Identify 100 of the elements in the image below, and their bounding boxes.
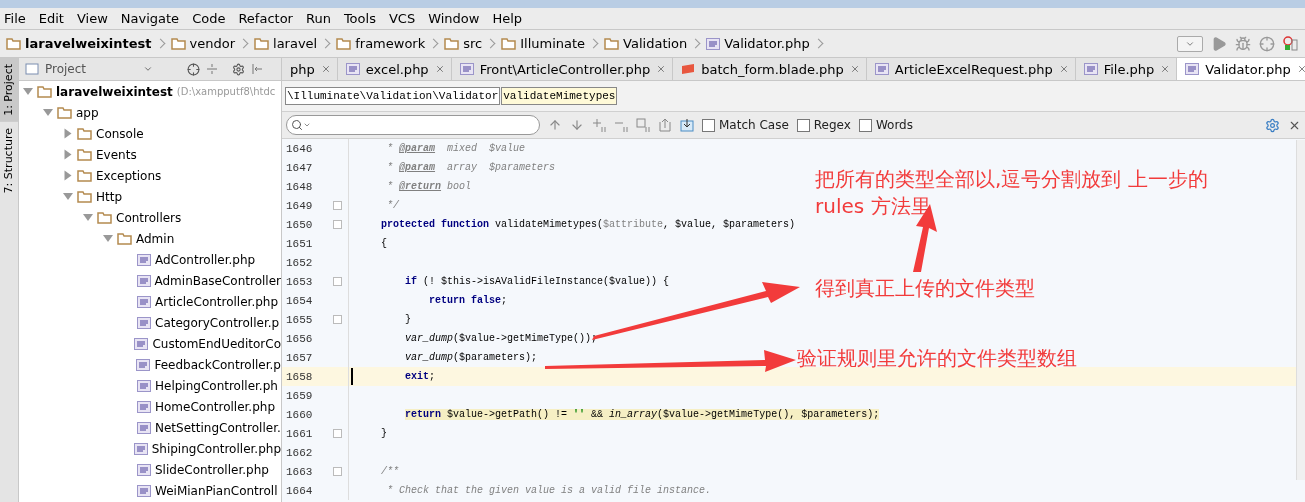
structure-path-item[interactable]: validateMimetypes	[501, 87, 618, 105]
structure-path-item[interactable]: \Illuminate\Validation\Validator	[285, 87, 501, 105]
menu-item[interactable]: Window	[428, 11, 480, 26]
breadcrumb-item[interactable]: src	[463, 36, 483, 51]
breadcrumb-item[interactable]: framework	[355, 36, 426, 51]
close-icon[interactable]	[1160, 64, 1171, 74]
file-name[interactable]: ArticleController.php	[155, 294, 279, 309]
menu-item[interactable]: Edit	[38, 11, 64, 26]
folder-name[interactable]: Events	[96, 147, 137, 162]
settings-icon[interactable]	[1265, 117, 1280, 133]
checkbox[interactable]	[702, 118, 715, 132]
caret-icon	[303, 121, 311, 129]
editor-tab[interactable]: batch_form.blade.php	[673, 58, 867, 80]
file-name[interactable]: FeedbackController.p	[154, 357, 281, 372]
checkbox[interactable]	[858, 118, 872, 132]
close-icon[interactable]	[656, 64, 667, 74]
line-number: 1646	[285, 142, 314, 155]
breadcrumb-item[interactable]: Validation	[623, 36, 688, 51]
fold-marker-icon[interactable]	[332, 220, 342, 229]
breadcrumb-item[interactable]: vendor	[189, 36, 235, 51]
file-name[interactable]: AdminBaseController	[154, 273, 281, 288]
hide-panel-icon[interactable]	[251, 63, 263, 75]
fold-marker-icon[interactable]	[332, 467, 342, 476]
folder-name[interactable]: Exceptions	[96, 168, 162, 183]
menu-item[interactable]: Run	[305, 11, 331, 26]
php-file-icon	[874, 63, 889, 75]
close-icon[interactable]	[1296, 64, 1305, 74]
breadcrumb-item[interactable]: Validator.php	[724, 36, 810, 51]
listen-debug-icon[interactable]	[1283, 35, 1299, 52]
fold-marker-icon[interactable]	[332, 201, 342, 210]
checkbox[interactable]	[796, 118, 810, 132]
folder-name[interactable]: laravelweixintest	[56, 84, 173, 99]
menu-item[interactable]: Tools	[343, 11, 376, 26]
menu-item[interactable]: File	[4, 11, 26, 26]
line-number: 1648	[285, 180, 314, 193]
previous-occurrence-icon[interactable]	[548, 118, 562, 132]
code-line: exit;	[404, 371, 436, 382]
line-number: 1662	[285, 446, 314, 459]
search-field[interactable]	[286, 115, 540, 135]
breadcrumb-item[interactable]: Illuminate	[520, 36, 586, 51]
file-name[interactable]: NetSettingController.	[155, 420, 281, 435]
close-icon[interactable]	[320, 64, 331, 74]
locate-icon[interactable]	[187, 62, 200, 76]
settings-icon[interactable]	[232, 62, 245, 76]
php-file-icon	[706, 37, 721, 50]
editor-tab[interactable]: php	[282, 58, 338, 80]
close-icon[interactable]	[849, 64, 860, 74]
editor-tab[interactable]: Front\ArticleController.php	[451, 58, 674, 80]
fold-marker-icon[interactable]	[332, 429, 342, 438]
side-tab[interactable]: 1: Project	[0, 58, 18, 122]
menu-item[interactable]: Help	[492, 11, 523, 26]
next-occurrence-icon[interactable]	[570, 118, 584, 132]
folder-icon	[77, 169, 92, 182]
code-line: /**	[380, 466, 400, 477]
menu-item[interactable]: Refactor	[238, 11, 293, 26]
collapse-all-icon[interactable]	[206, 63, 218, 75]
php-file-icon	[459, 63, 474, 75]
folder-name[interactable]: app	[76, 105, 99, 120]
folder-name[interactable]: Controllers	[116, 210, 182, 225]
debug-icon[interactable]	[1235, 35, 1251, 52]
breadcrumb-item[interactable]: laravelweixintest	[25, 36, 152, 51]
menu-item[interactable]: VCS	[388, 11, 416, 26]
folder-name[interactable]: Console	[96, 126, 144, 141]
menu-item[interactable]: View	[76, 11, 108, 26]
folder-name[interactable]: Admin	[136, 231, 175, 246]
export-icon[interactable]	[658, 118, 672, 132]
line-number: 1663	[285, 465, 314, 478]
run-config-dropdown[interactable]	[1177, 35, 1203, 52]
editor-tab[interactable]: Validator.php	[1177, 58, 1305, 80]
file-name[interactable]: HomeController.php	[155, 399, 276, 414]
editor-tab[interactable]: File.php	[1075, 58, 1178, 80]
editor-tab[interactable]: excel.php	[337, 58, 452, 80]
code-line: }	[380, 428, 388, 439]
select-all-icon[interactable]	[636, 118, 650, 132]
side-tab[interactable]: 7: Structure	[0, 121, 18, 200]
folder-name[interactable]: Http	[96, 189, 123, 204]
php-file-icon	[137, 421, 151, 434]
menu-item[interactable]: Navigate	[120, 11, 180, 26]
file-name[interactable]: CategoryController.p	[155, 315, 280, 330]
run-icon[interactable]	[1211, 35, 1227, 52]
import-icon[interactable]	[680, 118, 694, 132]
file-name[interactable]: AdController.php	[155, 252, 256, 267]
file-name[interactable]: SlideController.php	[155, 462, 269, 477]
breadcrumb-item[interactable]: laravel	[273, 36, 318, 51]
file-name[interactable]: HelpingController.ph	[155, 378, 278, 393]
search-icon	[291, 119, 303, 131]
close-icon[interactable]	[1058, 64, 1069, 74]
folder-icon	[77, 190, 92, 203]
file-name[interactable]: WeiMianPianControll	[155, 483, 278, 498]
code-line: * @return bool	[386, 181, 472, 192]
close-icon[interactable]	[434, 64, 445, 74]
editor-tab[interactable]: ArticleExcelRequest.php	[866, 58, 1076, 80]
fold-marker-icon[interactable]	[332, 277, 342, 286]
fold-marker-icon[interactable]	[332, 315, 342, 324]
project-view-icon	[25, 63, 39, 75]
file-name[interactable]: CustomEndUeditorCo	[152, 336, 281, 351]
add-selection-icon[interactable]	[592, 118, 606, 132]
dropdown-icon[interactable]	[143, 64, 153, 74]
file-name[interactable]: ShipingController.php	[151, 441, 281, 456]
menu-item[interactable]: Code	[192, 11, 226, 26]
